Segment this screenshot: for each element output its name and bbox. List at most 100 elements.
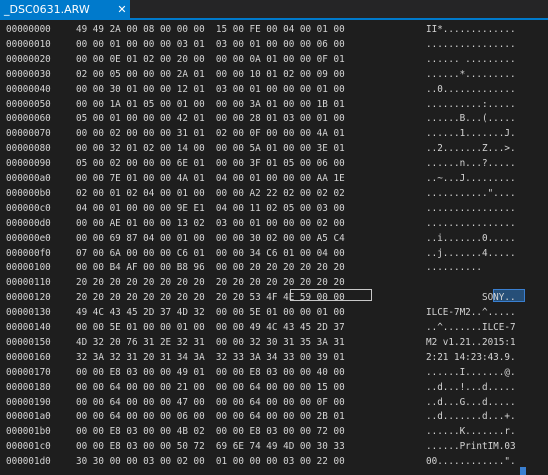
row-hex-bytes[interactable]: 00 00 E8 03 00 00 49 01 00 00 E8 03 00 0…	[76, 366, 345, 380]
hex-row[interactable]: 00000060 05 00 01 00 00 00 42 01 00 00 28…	[0, 112, 548, 126]
row-hex-bytes[interactable]: 00 00 7E 01 00 00 4A 01 04 00 01 00 00 0…	[76, 172, 345, 186]
row-hex-bytes[interactable]: 00 00 E8 03 00 00 50 72 69 6E 74 49 4D 0…	[76, 440, 345, 454]
hex-row[interactable]: 00000020 00 00 0E 01 02 00 20 00 00 00 0A…	[0, 53, 548, 67]
row-hex-bytes[interactable]: 07 00 6A 00 00 00 C6 01 00 00 34 C6 01 0…	[76, 247, 345, 261]
row-ascii[interactable]: ......n...?.....	[426, 157, 516, 171]
row-offset: 00000000	[6, 24, 51, 35]
row-hex-bytes[interactable]: 04 00 01 00 00 00 9E E1 04 00 11 02 05 0…	[76, 202, 345, 216]
hex-row[interactable]: 00000040 00 00 30 01 00 00 12 01 03 00 01…	[0, 83, 548, 97]
row-hex-bytes[interactable]: 02 00 01 02 04 00 01 00 00 00 A2 22 02 0…	[76, 187, 345, 201]
close-icon[interactable]: ✕	[114, 3, 130, 16]
row-hex-bytes[interactable]: 49 49 2A 00 08 00 00 00 15 00 FE 00 04 0…	[76, 23, 345, 37]
hex-row[interactable]: 00000120 20 20 20 20 20 20 20 20 20 20 53…	[0, 291, 548, 305]
row-hex-bytes[interactable]: 05 00 01 00 00 00 42 01 00 00 28 01 03 0…	[76, 112, 345, 126]
hex-row[interactable]: 00000140 00 00 5E 01 00 00 01 00 00 00 49…	[0, 321, 548, 335]
tab-title[interactable]: _DSC0631.ARW	[4, 3, 114, 16]
hex-row[interactable]: 00000100 00 00 B4 AF 00 00 B8 96 00 00 20…	[0, 261, 548, 275]
hex-row[interactable]: 00000130 49 4C 43 45 2D 37 4D 32 00 00 5E…	[0, 306, 548, 320]
hex-row[interactable]: 00000000 49 49 2A 00 08 00 00 00 15 00 FE…	[0, 23, 548, 37]
row-hex-bytes[interactable]: 49 4C 43 45 2D 37 4D 32 00 00 5E 01 00 0…	[76, 306, 345, 320]
row-ascii[interactable]: ..i.......0.....	[426, 232, 516, 246]
row-ascii[interactable]: ................	[426, 38, 516, 52]
row-ascii[interactable]: ......PrintIM.03	[426, 440, 516, 454]
row-ascii[interactable]: ...... .........	[426, 53, 516, 67]
row-hex-bytes[interactable]: 00 00 1A 01 05 00 01 00 00 00 3A 01 00 0…	[76, 98, 345, 112]
hex-row[interactable]: 000000c0 04 00 01 00 00 00 9E E1 04 00 11…	[0, 202, 548, 216]
row-ascii[interactable]: ......1.......J.	[426, 127, 516, 141]
hex-row[interactable]: 00000090 05 00 02 00 00 00 6E 01 00 00 3F…	[0, 157, 548, 171]
row-ascii[interactable]: 00............".	[426, 455, 516, 469]
row-offset: 000001b0	[6, 426, 51, 438]
hex-row[interactable]: 00000110 20 20 20 20 20 20 20 20 20 20 20…	[0, 276, 548, 290]
row-hex-bytes[interactable]: 00 00 64 00 00 00 21 00 00 00 64 00 00 0…	[76, 381, 345, 395]
row-hex-bytes[interactable]: 20 20 20 20 20 20 20 20 20 20 20 20 20 2…	[76, 276, 345, 290]
row-hex-bytes[interactable]: 20 20 20 20 20 20 20 20 20 20 53 4F 4E 5…	[76, 291, 345, 305]
row-offset: 00000040	[6, 83, 51, 95]
row-hex-bytes[interactable]: 00 00 AE 01 00 00 13 02 03 00 01 00 00 0…	[76, 217, 345, 231]
row-ascii[interactable]: ILCE-7M2..^.....	[426, 306, 516, 320]
hex-row[interactable]: 000001b0 00 00 E8 03 00 00 4B 02 00 00 E8…	[0, 425, 548, 439]
hex-row[interactable]: 000000e0 00 00 69 87 04 00 01 00 00 00 30…	[0, 232, 548, 246]
row-hex-bytes[interactable]: 00 00 02 00 00 00 31 01 02 00 0F 00 00 0…	[76, 127, 345, 141]
row-hex-bytes[interactable]: 32 3A 32 31 20 31 34 3A 32 33 3A 34 33 0…	[76, 351, 345, 365]
hex-row[interactable]: 000000a0 00 00 7E 01 00 00 4A 01 04 00 01…	[0, 172, 548, 186]
row-hex-bytes[interactable]: 00 00 5E 01 00 00 01 00 00 00 49 4C 43 4…	[76, 321, 345, 335]
row-hex-bytes[interactable]: 4D 32 20 76 31 2E 32 31 00 00 32 30 31 3…	[76, 336, 345, 350]
row-ascii[interactable]: ......K.......r.	[426, 425, 516, 439]
tab-file[interactable]: _DSC0631.ARW ✕	[0, 0, 130, 18]
row-ascii[interactable]: SONY..	[426, 291, 516, 305]
hex-row[interactable]: 00000010 00 00 01 00 00 00 03 01 03 00 01…	[0, 38, 548, 52]
row-ascii[interactable]: ..0.............	[426, 83, 516, 97]
row-ascii[interactable]: ..j.......4.....	[426, 247, 516, 261]
row-ascii[interactable]: ..d.......d...+.	[426, 410, 516, 424]
row-hex-bytes[interactable]: 30 30 00 00 03 00 02 00 01 00 00 00 03 0…	[76, 455, 345, 469]
row-hex-bytes[interactable]: 00 00 30 01 00 00 12 01 03 00 01 00 00 0…	[76, 83, 345, 97]
hex-row[interactable]: 00000190 00 00 64 00 00 00 47 00 00 00 64…	[0, 396, 548, 410]
hex-row[interactable]: 000000b0 02 00 01 02 04 00 01 00 00 00 A2…	[0, 187, 548, 201]
row-ascii[interactable]: ..........	[426, 261, 516, 275]
hex-row[interactable]: 000000d0 00 00 AE 01 00 00 13 02 03 00 01…	[0, 217, 548, 231]
row-hex-bytes[interactable]: 00 00 69 87 04 00 01 00 00 00 30 02 00 0…	[76, 232, 345, 246]
row-offset: 000000f0	[6, 247, 51, 259]
row-ascii[interactable]: ..~...J.........	[426, 172, 516, 186]
row-ascii[interactable]: 2:21 14:23:43.9.	[426, 351, 516, 365]
row-hex-bytes[interactable]: 00 00 B4 AF 00 00 B8 96 00 00 20 20 20 2…	[76, 261, 345, 275]
row-hex-bytes[interactable]: 00 00 0E 01 02 00 20 00 00 00 0A 01 00 0…	[76, 53, 345, 67]
hex-row[interactable]: 000001a0 00 00 64 00 00 00 06 00 00 00 64…	[0, 410, 548, 424]
hex-row[interactable]: 000001d0 30 30 00 00 03 00 02 00 01 00 00…	[0, 455, 548, 469]
hex-row[interactable]: 00000180 00 00 64 00 00 00 21 00 00 00 64…	[0, 381, 548, 395]
row-hex-bytes[interactable]: 02 00 05 00 00 00 2A 01 00 00 10 01 02 0…	[76, 68, 345, 82]
row-hex-bytes[interactable]: 00 00 E8 03 00 00 4B 02 00 00 E8 03 00 0…	[76, 425, 345, 439]
row-ascii[interactable]: ..d...G...d.....	[426, 396, 516, 410]
hex-row[interactable]: 00000070 00 00 02 00 00 00 31 01 02 00 0F…	[0, 127, 548, 141]
row-ascii[interactable]: ..d...!...d.....	[426, 381, 516, 395]
row-ascii[interactable]: ......B...(.....	[426, 112, 516, 126]
row-ascii[interactable]	[426, 276, 516, 290]
row-ascii[interactable]: ................	[426, 217, 516, 231]
hex-row[interactable]: 00000160 32 3A 32 31 20 31 34 3A 32 33 3A…	[0, 351, 548, 365]
row-offset: 000001a0	[6, 411, 51, 423]
row-hex-bytes[interactable]: 00 00 01 00 00 00 03 01 03 00 01 00 00 0…	[76, 38, 345, 52]
hex-row[interactable]: 00000080 00 00 32 01 02 00 14 00 00 00 5A…	[0, 142, 548, 156]
row-ascii[interactable]: ......*.........	[426, 68, 516, 82]
row-ascii[interactable]: ..........:.....	[426, 98, 516, 112]
row-ascii[interactable]: ..........."....	[426, 187, 516, 201]
hex-row[interactable]: 00000030 02 00 05 00 00 00 2A 01 00 00 10…	[0, 68, 548, 82]
hex-row[interactable]: 00000170 00 00 E8 03 00 00 49 01 00 00 E8…	[0, 366, 548, 380]
row-hex-bytes[interactable]: 00 00 64 00 00 00 47 00 00 00 64 00 00 0…	[76, 396, 345, 410]
row-hex-bytes[interactable]: 00 00 32 01 02 00 14 00 00 00 5A 01 00 0…	[76, 142, 345, 156]
hex-row[interactable]: 000001c0 00 00 E8 03 00 00 50 72 69 6E 74…	[0, 440, 548, 454]
hex-view[interactable]: 00000000 49 49 2A 00 08 00 00 00 15 00 FE…	[0, 20, 548, 475]
row-ascii[interactable]: ..^.......ILCE-7	[426, 321, 516, 335]
row-ascii[interactable]: ......I.......@.	[426, 366, 516, 380]
hex-row[interactable]: 00000050 00 00 1A 01 05 00 01 00 00 00 3A…	[0, 98, 548, 112]
row-offset: 00000100	[6, 262, 51, 274]
hex-row[interactable]: 00000150 4D 32 20 76 31 2E 32 31 00 00 32…	[0, 336, 548, 350]
row-hex-bytes[interactable]: 00 00 64 00 00 00 06 00 00 00 64 00 00 0…	[76, 410, 345, 424]
row-ascii[interactable]: ................	[426, 202, 516, 216]
row-ascii[interactable]: II*.............	[426, 23, 516, 37]
hex-row[interactable]: 000000f0 07 00 6A 00 00 00 C6 01 00 00 34…	[0, 247, 548, 261]
row-ascii[interactable]: M2 v1.21..2015:1	[426, 336, 516, 350]
row-ascii[interactable]: ..2.......Z...>.	[426, 142, 516, 156]
row-hex-bytes[interactable]: 05 00 02 00 00 00 6E 01 00 00 3F 01 05 0…	[76, 157, 345, 171]
